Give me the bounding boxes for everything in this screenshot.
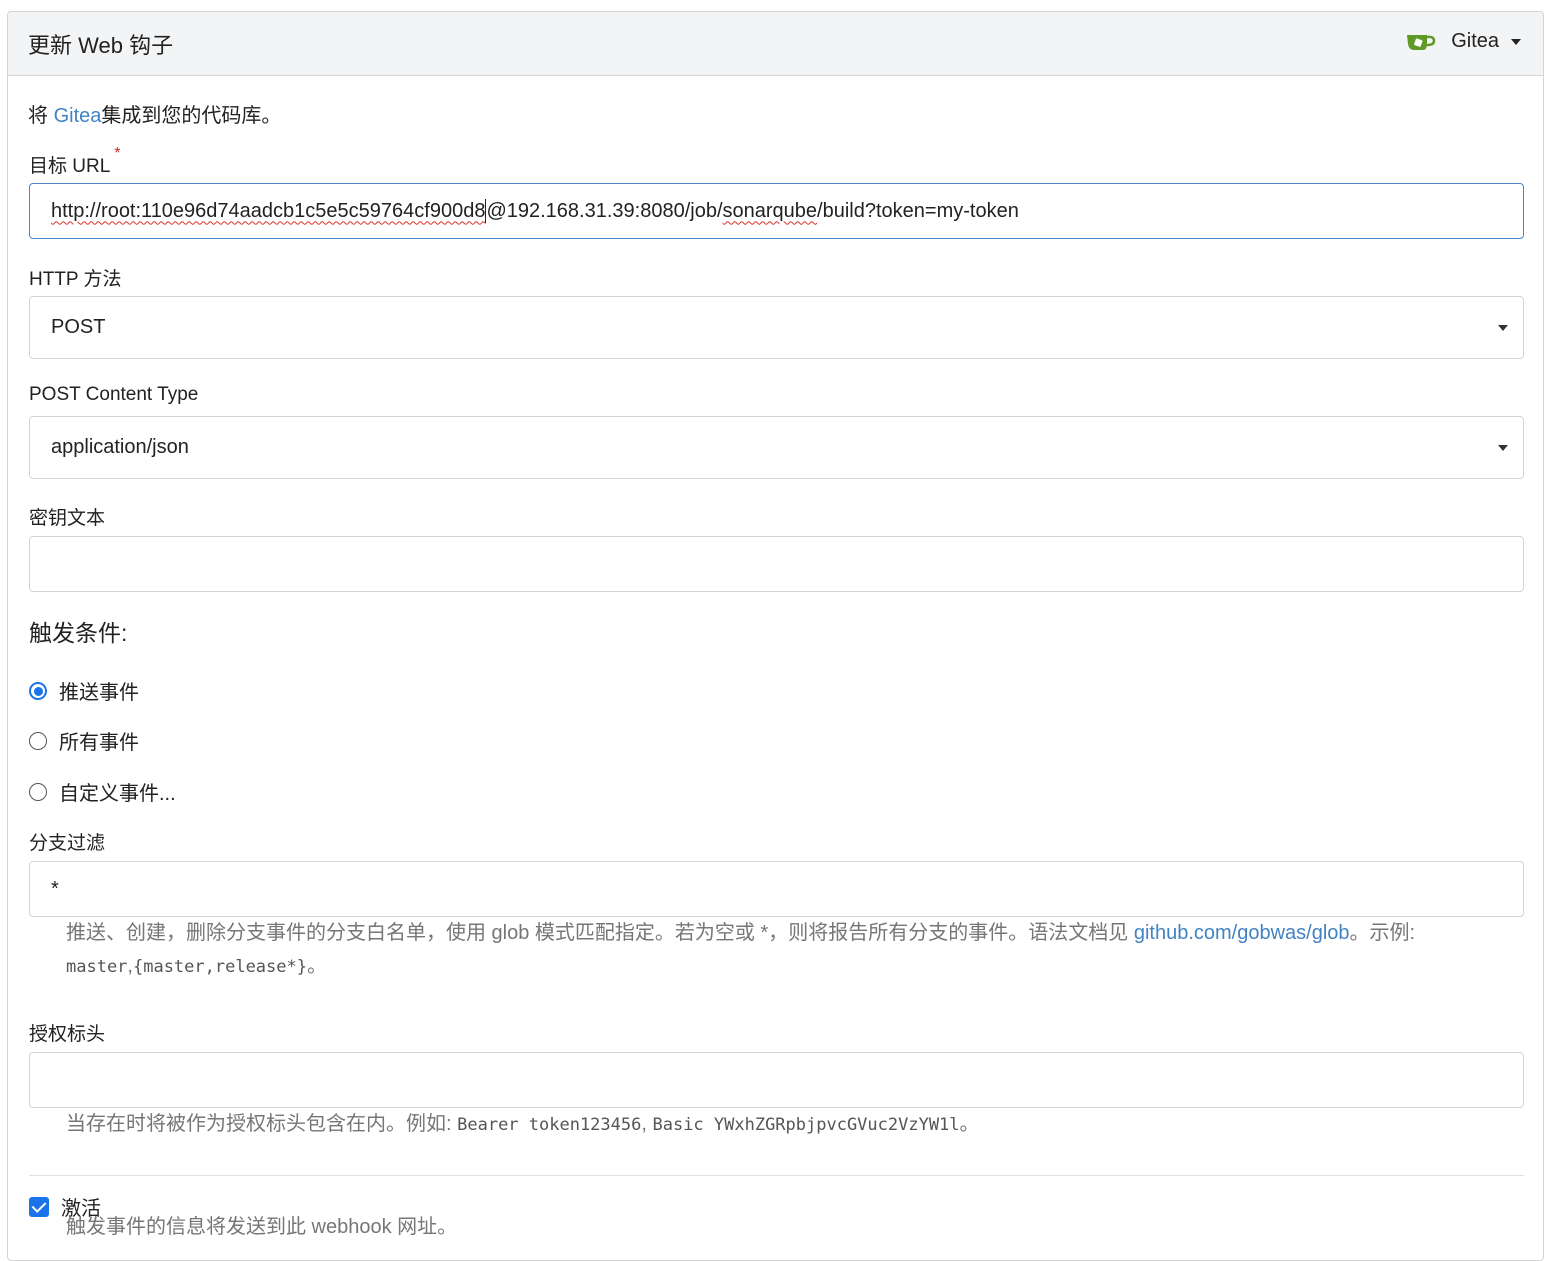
chevron-down-icon	[1511, 38, 1521, 45]
target-url-label-text: 目标 URL	[29, 156, 111, 177]
content-type-value: application/json	[51, 436, 189, 458]
target-url-input[interactable]: http://root:110e96d74aadcb1c5e5c59764cf9…	[29, 183, 1524, 239]
webhook-type-dropdown[interactable]: Gitea	[1405, 30, 1521, 53]
radio-unchecked-icon[interactable]	[29, 731, 47, 750]
trigger-section-title: 触发条件:	[29, 620, 128, 646]
chevron-down-icon	[1498, 444, 1508, 451]
url-part-1: http://root:110e96d74aadcb1c5e5c59764cf9…	[51, 199, 486, 222]
help-example: Basic YWxhZGRpbjpvcGVuc2VzYW1l	[652, 1115, 960, 1135]
gitea-logo-icon	[1407, 34, 1436, 50]
trigger-option-custom[interactable]: 自定义事件...	[29, 777, 176, 806]
help-text: 。	[959, 1113, 980, 1135]
auth-header-label: 授权标头	[29, 1024, 106, 1045]
radio-checked-icon[interactable]	[29, 681, 47, 700]
branch-filter-value: *	[51, 877, 59, 900]
glob-docs-link[interactable]: github.com/gobwas/glob	[1134, 922, 1350, 944]
active-help: 触发事件的信息将发送到此 webhook 网址。	[66, 1216, 458, 1238]
branch-filter-help: 推送、创建，删除分支事件的分支白名单，使用 glob 模式匹配指定。若为空或 *…	[66, 917, 1526, 984]
branch-filter-help-line2: master,{master,release*}。	[66, 950, 1526, 984]
url-part-4: /build?token=my-token	[817, 199, 1019, 222]
chevron-down-icon	[1498, 324, 1508, 331]
help-text: 推送、创建，删除分支事件的分支白名单，使用 glob 模式匹配指定。若为空或 *…	[66, 922, 1134, 944]
branch-filter-input[interactable]: *	[29, 861, 1524, 917]
trigger-option-label: 所有事件	[59, 732, 139, 754]
content-type-select[interactable]: application/json	[29, 416, 1524, 479]
help-text: 。示例:	[1349, 922, 1416, 944]
http-method-value: POST	[51, 316, 106, 338]
intro-suffix: 集成到您的代码库。	[101, 105, 282, 127]
target-url-label: 目标 URL*	[29, 145, 121, 178]
auth-header-input[interactable]	[29, 1052, 1524, 1108]
secret-label: 密钥文本	[29, 508, 106, 529]
http-method-select[interactable]: POST	[29, 296, 1524, 359]
panel-header: 更新 Web 钩子 Gitea	[8, 12, 1543, 76]
webhook-type-label: Gitea	[1451, 30, 1499, 52]
intro-prefix: 将	[28, 105, 54, 127]
help-example: Bearer token123456	[457, 1115, 642, 1135]
gitea-link[interactable]: Gitea	[54, 105, 102, 127]
url-part-2: @192.168.31.39:8080/job/	[486, 199, 723, 222]
trigger-option-label: 推送事件	[59, 682, 139, 704]
trigger-option-label: 自定义事件...	[59, 783, 176, 805]
intro-text: 将 Gitea集成到您的代码库。	[28, 99, 281, 128]
section-divider	[29, 1175, 1524, 1176]
page-title: 更新 Web 钩子	[28, 33, 174, 58]
help-example: {master,release*}	[132, 957, 307, 977]
trigger-option-all[interactable]: 所有事件	[29, 726, 139, 755]
help-text: 当存在时将被作为授权标头包含在内。例如:	[66, 1113, 458, 1135]
required-mark: *	[114, 145, 121, 162]
branch-filter-label: 分支过滤	[29, 833, 106, 854]
help-text: ,	[641, 1113, 653, 1135]
content-type-label: POST Content Type	[29, 384, 199, 405]
http-method-label: HTTP 方法	[29, 269, 122, 290]
help-text: 。	[306, 955, 327, 977]
url-part-3: sonarqube	[722, 199, 818, 222]
trigger-option-push[interactable]: 推送事件	[29, 676, 139, 705]
secret-input[interactable]	[29, 536, 1524, 592]
radio-unchecked-icon[interactable]	[29, 782, 47, 801]
help-example: master	[66, 957, 128, 977]
branch-filter-help-line1: 推送、创建，删除分支事件的分支白名单，使用 glob 模式匹配指定。若为空或 *…	[66, 917, 1526, 950]
checkbox-checked-icon[interactable]	[29, 1196, 49, 1217]
auth-header-help: 当存在时将被作为授权标头包含在内。例如: Bearer token123456,…	[66, 1108, 980, 1142]
